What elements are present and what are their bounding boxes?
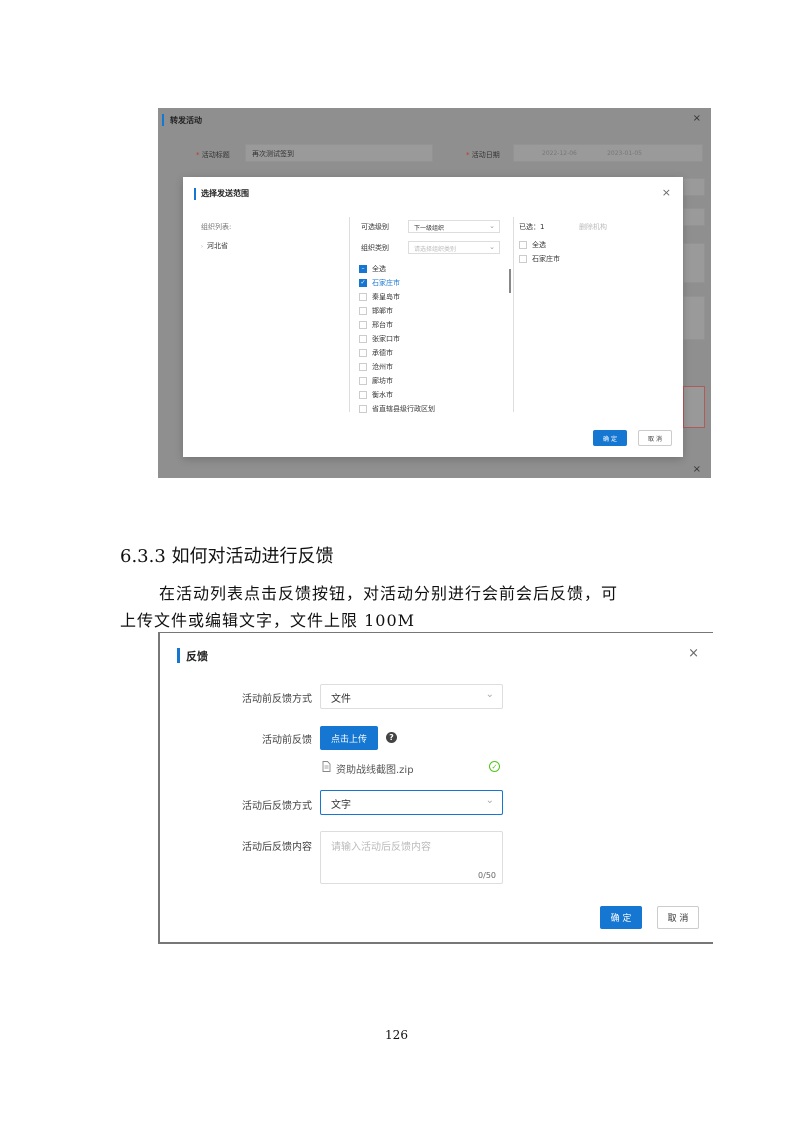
cancel-button[interactable]: 取 消	[638, 430, 672, 446]
checkbox[interactable]	[519, 241, 527, 249]
column-divider	[349, 217, 350, 412]
activity-title-label: * 活动标题	[196, 151, 230, 159]
checkbox[interactable]	[359, 377, 367, 385]
checkbox[interactable]	[359, 335, 367, 343]
uploaded-file-name[interactable]: 资助战线截图.zip	[336, 761, 414, 776]
after-method-label: 活动后反馈方式	[242, 801, 312, 812]
title-accent-bar	[162, 114, 164, 126]
checkbox-label: 廊坊市	[372, 377, 393, 385]
column-divider	[513, 217, 514, 412]
selected-item[interactable]: 石家庄市	[519, 253, 560, 265]
feedback-dialog-screenshot: 反馈 × 活动前反馈方式 文件 ⌄ 活动前反馈 点击上传 ? 资助战线截图.zip…	[158, 632, 713, 944]
close-icon[interactable]: ×	[662, 186, 671, 199]
level-label: 可选级别	[361, 223, 389, 231]
chevron-down-icon: ⌄	[489, 222, 495, 230]
checkbox-option[interactable]: ✓ 石家庄市	[359, 277, 400, 289]
background-field	[683, 178, 705, 196]
section-heading: 6.3.3 如何对活动进行反馈	[120, 546, 334, 567]
chevron-down-icon: ⌄	[485, 689, 494, 700]
paragraph-line-2: 上传文件或编辑文字，文件上限 100M	[120, 611, 416, 630]
level-select[interactable]: 下一级组织 ⌄	[408, 220, 500, 233]
checkbox-label: 省直辖县级行政区划	[372, 405, 435, 413]
checkbox-option[interactable]: 张家口市	[359, 333, 400, 345]
checkbox-option[interactable]: 承德市	[359, 347, 393, 359]
close-icon[interactable]: ×	[688, 646, 699, 661]
scrollbar[interactable]	[509, 269, 511, 293]
before-method-select[interactable]: 文件 ⌄	[320, 684, 503, 709]
checkbox[interactable]	[359, 349, 367, 357]
chevron-down-icon: ⌄	[489, 243, 495, 251]
background-error-textarea	[683, 386, 705, 428]
checkbox[interactable]	[359, 293, 367, 301]
close-icon[interactable]: ×	[693, 113, 701, 124]
checkbox[interactable]	[359, 321, 367, 329]
activity-date-label: * 活动日期	[466, 151, 500, 159]
checkbox-label: 全选	[372, 265, 386, 273]
activity-date-range[interactable]: 2022-12-06 2023-01-05	[513, 144, 703, 162]
category-label: 组织类别	[361, 244, 389, 252]
checkbox[interactable]	[359, 391, 367, 399]
checkbox[interactable]	[359, 307, 367, 315]
checkbox-label: 沧州市	[372, 363, 393, 371]
after-content-textarea[interactable]: 请输入活动后反馈内容 0/50	[320, 831, 503, 884]
checkbox[interactable]: –	[359, 265, 367, 273]
checkbox[interactable]	[359, 363, 367, 371]
checkbox-option[interactable]: – 全选	[359, 263, 386, 275]
chevron-down-icon: ⌄	[485, 795, 494, 806]
background-textarea	[683, 296, 705, 340]
activity-title-input[interactable]: 再次测试签到	[245, 144, 433, 162]
checkbox[interactable]: ✓	[359, 279, 367, 287]
before-feedback-label: 活动前反馈	[262, 735, 312, 746]
checkbox[interactable]	[359, 405, 367, 413]
checkbox[interactable]	[519, 255, 527, 263]
caret-right-icon: ›	[201, 244, 203, 250]
checkbox-label: 衡水市	[372, 391, 393, 399]
confirm-button[interactable]: 确 定	[593, 430, 627, 446]
send-scope-dialog: 选择发送范围 × 组织列表: › 河北省 可选级别 下一级组织 ⌄ 组织类别 请选择…	[183, 177, 683, 457]
title-accent-bar	[177, 648, 180, 663]
org-list-label: 组织列表:	[201, 223, 232, 231]
selected-count: 已选：1	[519, 223, 545, 231]
upload-button[interactable]: 点击上传	[320, 726, 378, 750]
after-content-label: 活动后反馈内容	[242, 842, 312, 853]
forward-activity-screenshot: 转发活动 × * 活动标题 再次测试签到 * 活动日期 2022-12-06 2…	[158, 108, 711, 478]
close-icon[interactable]: ×	[693, 464, 701, 475]
check-circle-icon: ✓	[489, 761, 500, 772]
feedback-dialog-title: 反馈	[186, 650, 208, 663]
background-textarea	[683, 243, 705, 283]
checkbox-option[interactable]: 衡水市	[359, 389, 393, 401]
checkbox-option[interactable]: 秦皇岛市	[359, 291, 400, 303]
background-field	[683, 208, 705, 226]
char-count: 0/50	[478, 871, 496, 880]
checkbox-label: 邯郸市	[372, 307, 393, 315]
help-icon[interactable]: ?	[386, 732, 397, 743]
checkbox-label: 秦皇岛市	[372, 293, 400, 301]
selected-item[interactable]: 全选	[519, 239, 546, 251]
after-method-select[interactable]: 文字 ⌄	[320, 790, 503, 815]
checkbox-option[interactable]: 邢台市	[359, 319, 393, 331]
cancel-button[interactable]: 取 消	[657, 906, 699, 929]
checkbox-label: 邢台市	[372, 321, 393, 329]
title-accent-bar	[194, 188, 196, 200]
checkbox-label: 张家口市	[372, 335, 400, 343]
checkbox-option[interactable]: 沧州市	[359, 361, 393, 373]
confirm-button[interactable]: 确 定	[600, 906, 642, 929]
forward-dialog-title: 转发活动	[170, 116, 202, 125]
category-select[interactable]: 请选择组织类别 ⌄	[408, 241, 500, 254]
checkbox-option[interactable]: 省直辖县级行政区划	[359, 403, 435, 415]
file-icon	[322, 761, 331, 775]
page-number: 126	[385, 1028, 408, 1042]
checkbox-option[interactable]: 廊坊市	[359, 375, 393, 387]
checkbox-label: 承德市	[372, 349, 393, 357]
before-method-label: 活动前反馈方式	[242, 694, 312, 705]
paragraph-line-1: 在活动列表点击反馈按钮，对活动分别进行会前会后反馈，可	[159, 584, 619, 603]
checkbox-label: 石家庄市	[372, 279, 400, 287]
tree-item[interactable]: › 河北省	[201, 241, 228, 251]
scope-dialog-title: 选择发送范围	[201, 189, 249, 198]
delete-org-link[interactable]: 删除机构	[579, 222, 607, 232]
checkbox-option[interactable]: 邯郸市	[359, 305, 393, 317]
